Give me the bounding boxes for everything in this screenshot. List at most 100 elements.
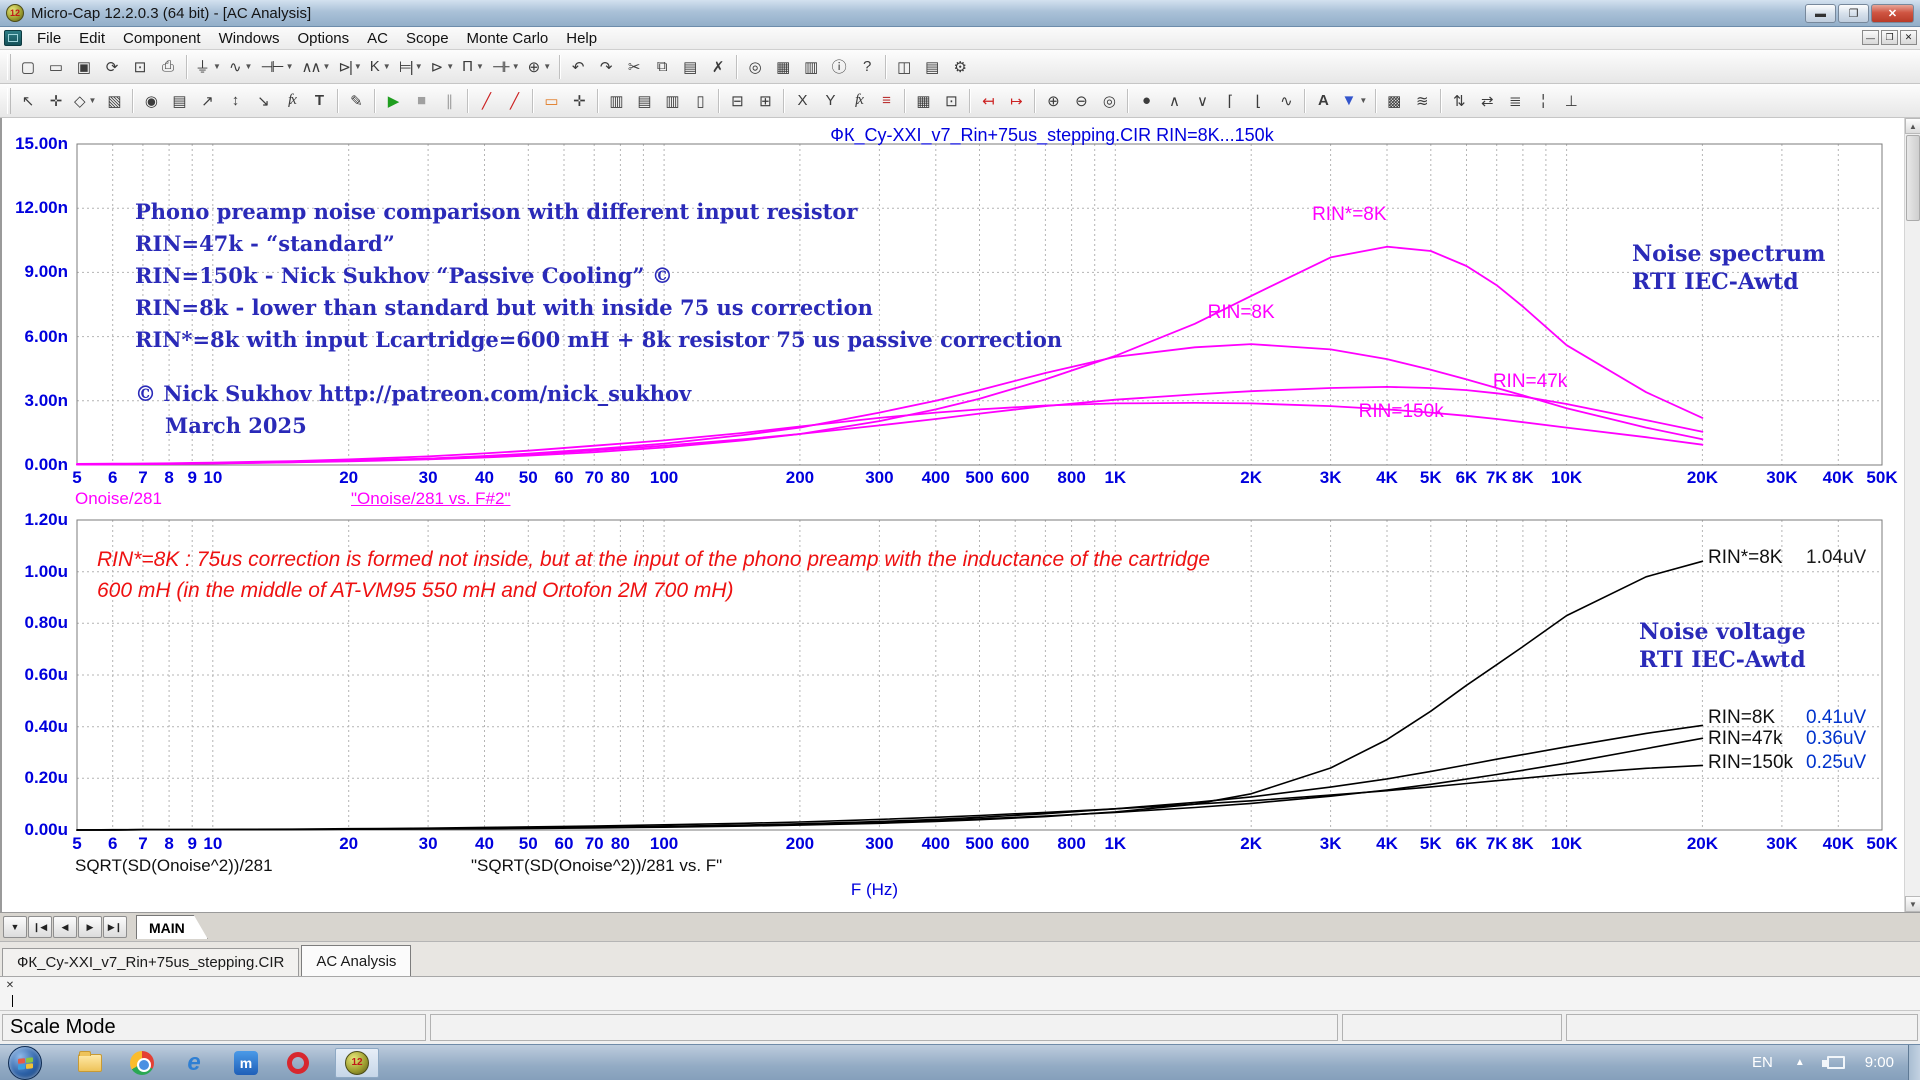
separate-plots-button[interactable]: ¦ <box>1530 88 1556 114</box>
print-preview-button[interactable]: ⊡ <box>127 54 153 80</box>
color-dropdown[interactable]: ▼▼ <box>1338 88 1370 114</box>
ground-component-button[interactable]: ⏚▼ <box>192 54 224 80</box>
find-button[interactable]: ◎ <box>742 54 768 80</box>
plot-workspace[interactable]: ФК_Cy-XXI_v7_Rin+75us_stepping.CIR RIN=8… <box>0 118 1920 912</box>
diode-component-button[interactable]: ⊳|▼ <box>335 54 364 80</box>
menu-component[interactable]: Component <box>114 28 210 49</box>
high-button[interactable]: ⌈ <box>1217 88 1243 114</box>
redo-button[interactable]: ↷ <box>593 54 619 80</box>
panel-layout-split[interactable]: ▥ <box>659 88 685 114</box>
zoom-in-button[interactable]: ⊕ <box>1040 88 1066 114</box>
properties-dialog-button[interactable]: ▦ <box>910 88 936 114</box>
menu-edit[interactable]: Edit <box>70 28 114 49</box>
spectrum-expression[interactable]: Onoise/281 <box>75 489 162 509</box>
menu-ac[interactable]: AC <box>358 28 397 49</box>
watermark-button[interactable]: ≋ <box>1409 88 1435 114</box>
panel-layout-vertical[interactable]: ▥ <box>603 88 629 114</box>
stack-plots-button[interactable]: ≣ <box>1502 88 1528 114</box>
scale-x-tool[interactable]: ↗ <box>194 88 220 114</box>
y-axis-settings[interactable]: Y <box>817 88 843 114</box>
select-region-tool[interactable]: ▭ <box>538 88 564 114</box>
low-button[interactable]: ⌊ <box>1245 88 1271 114</box>
zoom-out-button[interactable]: ⊖ <box>1068 88 1094 114</box>
help-mode-button[interactable]: ? <box>854 54 880 80</box>
sine-source-component-button[interactable]: ∿▼ <box>226 54 256 80</box>
battery-component-button[interactable]: ⊣⊦▼ <box>489 54 523 80</box>
plot-properties-tool[interactable]: ▤ <box>166 88 192 114</box>
child-minimize-button[interactable]: — <box>1862 30 1879 45</box>
next-data-point-button[interactable]: ● <box>1133 88 1159 114</box>
picture-tool[interactable]: ▧ <box>101 88 127 114</box>
voltage-source-component-button[interactable]: ⊕▼ <box>525 54 555 80</box>
tray-expand-icon[interactable]: ▲ <box>1795 1057 1805 1068</box>
open-file-button[interactable]: ▭ <box>43 54 69 80</box>
cursor-mode-left[interactable]: ╱ <box>473 88 499 114</box>
network-icon[interactable] <box>1827 1056 1845 1069</box>
next-page-button[interactable]: ▶ <box>78 916 102 938</box>
voltage-expression[interactable]: SQRT(SD(Onoise^2))/281 <box>75 856 273 876</box>
preferences-button[interactable]: ⚙ <box>947 54 973 80</box>
prev-page-button[interactable]: ◀ <box>53 916 77 938</box>
capacitor-component-button[interactable]: ⊣⊢▼ <box>257 54 296 80</box>
opamp-component-button[interactable]: ⊳▼ <box>428 54 458 80</box>
mosfet-component-button[interactable]: ⊨|▼ <box>396 54 426 80</box>
panel-layout-single[interactable]: ▯ <box>687 88 713 114</box>
scale-y-tool[interactable]: ↕ <box>222 88 248 114</box>
formula-tool[interactable]: fx <box>278 88 304 114</box>
numeric-output-button[interactable]: ≡ <box>873 88 899 114</box>
thumbnail-button[interactable]: ▩ <box>1381 88 1407 114</box>
delete-button[interactable]: ✗ <box>705 54 731 80</box>
grid-toggle-button[interactable]: ▦ <box>770 54 796 80</box>
scroll-up-icon[interactable]: ▲ <box>1905 118 1920 134</box>
text-tool[interactable]: T <box>306 88 332 114</box>
menu-scope[interactable]: Scope <box>397 28 458 49</box>
file-tab-ac-analysis[interactable]: AC Analysis <box>301 945 411 976</box>
align-horizontal-button[interactable]: ⇄ <box>1474 88 1500 114</box>
taskbar-maxthon[interactable]: m <box>231 1048 261 1078</box>
first-page-button[interactable]: ❙◀ <box>28 916 52 938</box>
print-button[interactable]: ⎙ <box>155 54 181 80</box>
fx-axis-settings[interactable]: fx <box>845 88 871 114</box>
page-list-button[interactable]: ▼ <box>3 916 27 938</box>
panel-layout-horizontal[interactable]: ▤ <box>631 88 657 114</box>
file-manager-button[interactable]: ▤ <box>919 54 945 80</box>
valley-button[interactable]: ∨ <box>1189 88 1215 114</box>
zoom-window-tool[interactable]: ◉ <box>138 88 164 114</box>
minimize-button[interactable]: ▬ <box>1805 4 1836 23</box>
scrollbar-thumb[interactable] <box>1906 135 1920 221</box>
align-vertical-button[interactable]: ⇅ <box>1446 88 1472 114</box>
menu-file[interactable]: File <box>28 28 70 49</box>
cursor-right-button[interactable]: ↦ <box>1003 88 1029 114</box>
shape-tool-dropdown[interactable]: ◇▼ <box>71 88 99 114</box>
new-file-button[interactable]: ▢ <box>15 54 41 80</box>
vertical-scrollbar[interactable]: ▲ ▼ <box>1904 118 1920 912</box>
show-desktop-button[interactable] <box>1908 1045 1920 1080</box>
bjt-transistor-component-button[interactable]: Κ▼ <box>367 54 394 80</box>
dock-close-icon[interactable]: ✕ <box>3 979 17 992</box>
copy-button[interactable]: ⧉ <box>649 54 675 80</box>
taskbar-internet-explorer[interactable]: e <box>179 1048 209 1078</box>
number-format-button[interactable]: ⊡ <box>938 88 964 114</box>
grid-points-toggle[interactable]: ⊞ <box>752 88 778 114</box>
undo-button[interactable]: ↶ <box>565 54 591 80</box>
taskbar-micro-cap[interactable]: 12 <box>335 1048 379 1078</box>
fit-top-button[interactable]: ⊥ <box>1558 88 1584 114</box>
taskbar-clock[interactable]: 9:00 <box>1865 1054 1894 1071</box>
last-page-button[interactable]: ▶❙ <box>103 916 127 938</box>
start-button[interactable] <box>8 1046 42 1080</box>
menu-options[interactable]: Options <box>288 28 358 49</box>
pause-button[interactable]: ∥ <box>436 88 462 114</box>
resistor-component-button[interactable]: ∧∧▼ <box>299 54 334 80</box>
voltage-expression-link[interactable]: "SQRT(SD(Onoise^2))/281 vs. F" <box>471 856 722 876</box>
maximize-button[interactable]: ❐ <box>1838 4 1869 23</box>
file-tab-circuit[interactable]: ФК_Cy-XXI_v7_Rin+75us_stepping.CIR <box>2 948 299 976</box>
paste-button[interactable]: ▤ <box>677 54 703 80</box>
taskbar-opera[interactable] <box>283 1048 313 1078</box>
horizontal-axis-toggle[interactable]: ⊟ <box>724 88 750 114</box>
language-indicator[interactable]: EN <box>1752 1054 1773 1071</box>
window-split-button[interactable]: ◫ <box>891 54 917 80</box>
peak-button[interactable]: ∧ <box>1161 88 1187 114</box>
info-button[interactable]: ⓘ <box>826 54 852 80</box>
font-button[interactable]: A <box>1310 88 1336 114</box>
pan-tool[interactable]: ✛ <box>43 88 69 114</box>
